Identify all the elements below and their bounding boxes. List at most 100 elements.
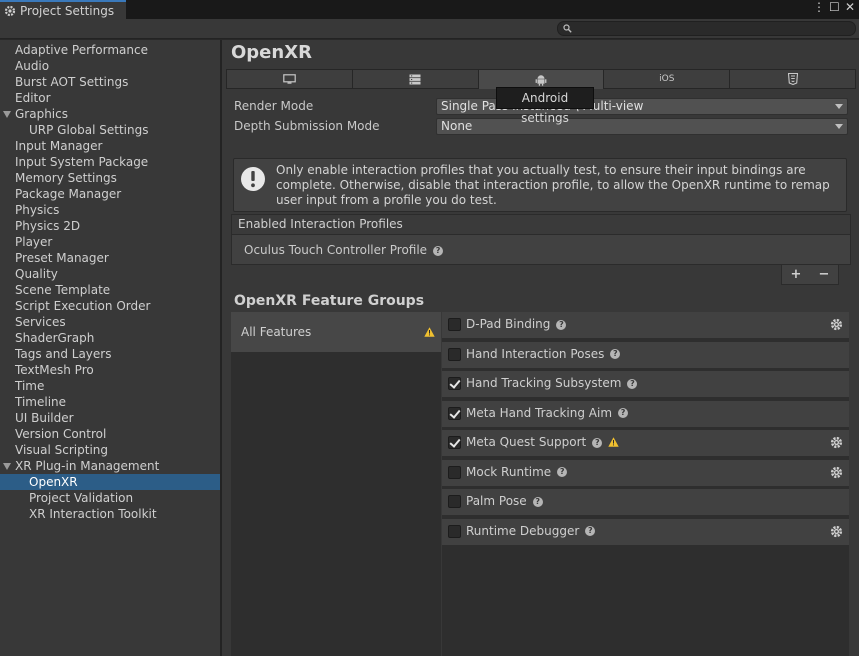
feature-checkbox[interactable]: [448, 318, 461, 331]
tab-standalone[interactable]: [226, 69, 353, 89]
sidebar-item-timeline[interactable]: Timeline: [0, 394, 220, 410]
help-icon[interactable]: ?: [557, 467, 568, 477]
gear-icon: [4, 5, 16, 16]
depth-submission-dropdown[interactable]: None: [436, 118, 848, 135]
tab-android[interactable]: [478, 69, 605, 89]
help-icon[interactable]: ?: [627, 378, 638, 389]
sidebar-item-graphics[interactable]: Graphics: [0, 106, 220, 122]
html5-icon: [787, 73, 798, 85]
list-item[interactable]: Oculus Touch Controller Profile?: [232, 235, 850, 265]
feature-checkbox[interactable]: [448, 406, 461, 420]
sidebar-item-textmesh-pro[interactable]: TextMesh Pro: [0, 362, 220, 378]
tab-webgl[interactable]: [730, 69, 856, 89]
feature-row: Hand Interaction Poses?: [442, 341, 849, 368]
help-icon[interactable]: ?: [433, 245, 444, 256]
expand-triangle-icon[interactable]: [3, 463, 11, 470]
sidebar-item-services[interactable]: Services: [0, 314, 220, 330]
window-title: Project Settings: [20, 3, 115, 18]
sidebar-item-label: Memory Settings: [15, 171, 117, 185]
sidebar-item-adaptive-performance[interactable]: Adaptive Performance: [0, 42, 220, 58]
feature-name: Runtime Debugger: [466, 523, 580, 538]
search-box[interactable]: [557, 21, 856, 36]
sidebar-item-xr-interaction-toolkit[interactable]: XR Interaction Toolkit: [0, 506, 220, 522]
sidebar-item-package-manager[interactable]: Package Manager: [0, 186, 220, 202]
sidebar-item-shadergraph[interactable]: ShaderGraph: [0, 330, 220, 346]
sidebar-item-openxr[interactable]: OpenXR: [0, 474, 220, 490]
feature-row: Meta Quest Support?: [442, 430, 849, 456]
close-icon[interactable]: ✕: [845, 0, 855, 14]
feature-checkbox[interactable]: [448, 495, 461, 508]
feature-row: Hand Tracking Subsystem?: [442, 371, 849, 397]
sidebar-item-label: OpenXR: [29, 475, 78, 489]
feature-checkbox[interactable]: [448, 436, 461, 449]
help-icon[interactable]: ?: [532, 496, 543, 507]
sidebar-item-label: Editor: [15, 91, 51, 105]
sidebar-item-project-validation[interactable]: Project Validation: [0, 490, 220, 506]
sidebar-item-script-execution-order[interactable]: Script Execution Order: [0, 298, 220, 314]
sidebar-item-physics[interactable]: Physics: [0, 202, 220, 218]
feature-name: Hand Interaction Poses: [466, 346, 605, 361]
sidebar-item-label: URP Global Settings: [29, 123, 149, 137]
sidebar-item-editor[interactable]: Editor: [0, 90, 220, 106]
maximize-icon[interactable]: ☐: [829, 0, 840, 14]
remove-profile-button[interactable]: −: [819, 267, 830, 282]
sidebar-item-label: Services: [15, 315, 66, 329]
sidebar-item-burst-aot-settings[interactable]: Burst AOT Settings: [0, 74, 220, 90]
tab-dedicated-server[interactable]: [352, 69, 479, 89]
sidebar-item-physics-2d[interactable]: Physics 2D: [0, 218, 220, 234]
help-icon[interactable]: ?: [556, 319, 567, 330]
sidebar-item-label: UI Builder: [15, 411, 74, 425]
feature-checkbox[interactable]: [448, 347, 461, 361]
gear-icon[interactable]: [830, 525, 843, 541]
more-menu-icon[interactable]: ⋮: [813, 0, 825, 14]
group-label: All Features: [241, 325, 312, 339]
feature-row: Mock Runtime?: [442, 459, 849, 486]
render-mode-label: Render Mode: [234, 99, 314, 113]
sidebar-item-visual-scripting[interactable]: Visual Scripting: [0, 442, 220, 458]
feature-label: D-Pad Binding?: [466, 317, 567, 331]
sidebar-item-memory-settings[interactable]: Memory Settings: [0, 170, 220, 186]
monitor-icon: [283, 73, 296, 84]
gear-icon[interactable]: [830, 436, 843, 452]
profiles-header: Enabled Interaction Profiles: [232, 215, 850, 235]
sidebar-item-quality[interactable]: Quality: [0, 266, 220, 282]
sidebar-item-tags-and-layers[interactable]: Tags and Layers: [0, 346, 220, 362]
help-icon[interactable]: ?: [610, 349, 621, 359]
group-all-features[interactable]: All Features: [231, 312, 441, 352]
sidebar-item-input-system-package[interactable]: Input System Package: [0, 154, 220, 170]
sidebar-item-input-manager[interactable]: Input Manager: [0, 138, 220, 154]
sidebar-item-label: XR Interaction Toolkit: [29, 507, 157, 521]
search-input[interactable]: [574, 22, 854, 35]
add-profile-button[interactable]: +: [791, 267, 802, 282]
features-list: D-Pad Binding? Hand Interaction Poses? Han…: [442, 312, 849, 656]
help-icon[interactable]: ?: [592, 437, 603, 448]
sidebar-item-scene-template[interactable]: Scene Template: [0, 282, 220, 298]
gear-icon[interactable]: [830, 318, 843, 334]
feature-name: Meta Quest Support: [466, 435, 587, 449]
chevron-down-icon: [835, 104, 843, 109]
help-icon[interactable]: ?: [585, 526, 596, 536]
sidebar-item-preset-manager[interactable]: Preset Manager: [0, 250, 220, 266]
sidebar-item-time[interactable]: Time: [0, 378, 220, 394]
sidebar-item-label: Visual Scripting: [15, 443, 108, 457]
feature-checkbox[interactable]: [448, 524, 461, 538]
feature-name: Meta Hand Tracking Aim: [466, 405, 613, 420]
sidebar-item-label: Timeline: [15, 395, 67, 409]
feature-row: Meta Hand Tracking Aim?: [442, 400, 849, 427]
project-settings-tab[interactable]: Project Settings: [0, 0, 126, 19]
sidebar-item-label: Graphics: [15, 107, 68, 121]
expand-triangle-icon[interactable]: [3, 111, 11, 118]
help-icon[interactable]: ?: [618, 408, 629, 418]
sidebar-item-urp-global-settings[interactable]: URP Global Settings: [0, 122, 220, 138]
sidebar-item-audio[interactable]: Audio: [0, 58, 220, 74]
tab-ios[interactable]: iOS: [604, 69, 731, 89]
sidebar-item-player[interactable]: Player: [0, 234, 220, 250]
depth-submission-value: None: [441, 119, 473, 133]
sidebar-item-xr-plug-in-management[interactable]: XR Plug-in Management: [0, 458, 220, 474]
feature-checkbox[interactable]: [448, 377, 461, 390]
gear-icon[interactable]: [830, 466, 843, 482]
feature-checkbox[interactable]: [448, 465, 461, 479]
feature-label: Palm Pose?: [466, 494, 543, 508]
sidebar-item-ui-builder[interactable]: UI Builder: [0, 410, 220, 426]
sidebar-item-version-control[interactable]: Version Control: [0, 426, 220, 442]
